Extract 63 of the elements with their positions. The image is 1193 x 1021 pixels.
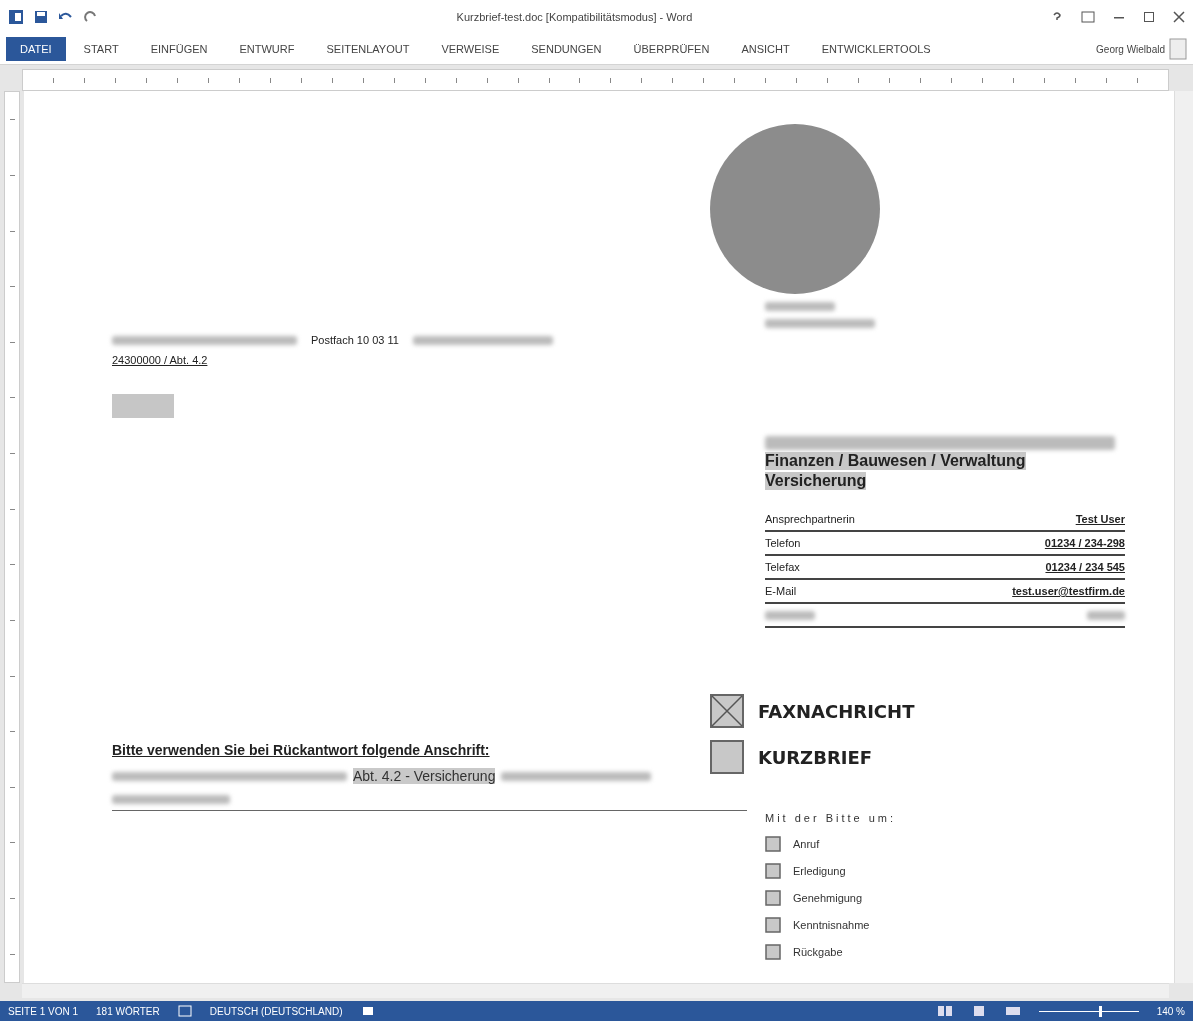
ribbon-tab[interactable]: SEITENLAYOUT [312, 37, 424, 61]
address-placeholder [112, 394, 174, 418]
checkbox[interactable] [710, 740, 744, 774]
horizontal-scrollbar[interactable] [22, 983, 1169, 998]
department-text: Versicherung [765, 472, 867, 490]
ribbon-tab[interactable]: ENTWICKLERTOOLS [807, 37, 945, 61]
ribbon-tab[interactable]: SENDUNGEN [517, 37, 616, 61]
reply-heading: Bitte verwenden Sie bei Rückantwort folgende Anschrift: [112, 742, 490, 758]
request-option: Rückgabe [793, 946, 843, 958]
vertical-scrollbar[interactable] [1174, 91, 1193, 983]
language-status[interactable]: DEUTSCH (DEUTSCHLAND) [209, 1005, 343, 1017]
checkbox[interactable] [765, 917, 781, 933]
reference-text: 24300000 / Abt. 4.2 [112, 354, 208, 366]
zoom-level[interactable]: 140 % [1156, 1005, 1185, 1017]
redo-icon[interactable] [84, 10, 98, 24]
maximize-icon[interactable] [1143, 11, 1155, 23]
reply-department: Abt. 4.2 - Versicherung [353, 768, 496, 784]
contact-label: Telefon [765, 537, 801, 549]
contact-value: Test User [1075, 513, 1125, 525]
read-mode-icon[interactable] [936, 1005, 953, 1017]
ribbon-tab[interactable]: ENTWURF [225, 37, 309, 61]
department-text: Finanzen / Bauwesen / Verwaltung [765, 452, 1026, 470]
letter-type-label: KURZBRIEF [758, 746, 873, 768]
redacted-text [765, 610, 815, 620]
request-option: Erledigung [793, 865, 846, 877]
checkbox[interactable] [765, 863, 781, 879]
word-count[interactable]: 181 WÖRTER [96, 1005, 160, 1017]
contact-value: test.user@testfirm.de [1012, 585, 1125, 597]
close-icon[interactable] [1173, 11, 1185, 23]
request-option: Genehmigung [793, 892, 863, 904]
contact-label: Ansprechpartnerin [765, 513, 855, 525]
save-icon[interactable] [34, 10, 48, 24]
ribbon-tab[interactable]: DATEI [6, 37, 66, 61]
letter-type-label: FAXNACHRICHT [758, 700, 915, 722]
request-option: Anruf [793, 838, 820, 850]
request-option: Kenntnisnahme [793, 919, 870, 931]
zoom-slider[interactable] [1038, 1005, 1139, 1017]
ribbon-tab[interactable]: ÜBERPRÜFEN [619, 37, 724, 61]
checked-box[interactable] [710, 694, 744, 728]
contact-value: 01234 / 234 545 [1045, 561, 1125, 573]
checkbox[interactable] [765, 890, 781, 906]
ribbon-tab[interactable]: EINFÜGEN [136, 37, 222, 61]
window-title: Kurzbrief-test.doc [Kompatibilitätsmodus] - Word [455, 11, 694, 23]
macro-icon[interactable] [360, 1005, 375, 1017]
page-count[interactable]: SEITE 1 VON 1 [8, 1005, 79, 1017]
ribbon-tab[interactable]: START [69, 37, 133, 61]
word-logo-icon[interactable] [8, 9, 24, 25]
contact-value: 01234 / 234-298 [1044, 537, 1125, 549]
contact-label: E-Mail [765, 585, 797, 597]
ribbon-tab[interactable]: VERWEISE [427, 37, 514, 61]
contact-label: Telefax [765, 561, 800, 573]
checkbox[interactable] [765, 836, 781, 852]
help-icon[interactable] [1051, 11, 1063, 23]
sender-postbox: Postfach 10 03 11 [311, 334, 399, 346]
redacted-text [1087, 610, 1125, 620]
checkbox[interactable] [765, 944, 781, 960]
user-name[interactable]: Georg Wielbald [1096, 43, 1165, 55]
web-layout-icon[interactable] [1004, 1005, 1021, 1017]
ribbon-tab[interactable]: ANSICHT [727, 37, 804, 61]
request-heading: Mit der Bitte um: [765, 812, 897, 824]
proofing-icon[interactable] [177, 1005, 192, 1017]
redacted-text [765, 302, 835, 311]
ribbon-display-icon[interactable] [1081, 11, 1095, 23]
